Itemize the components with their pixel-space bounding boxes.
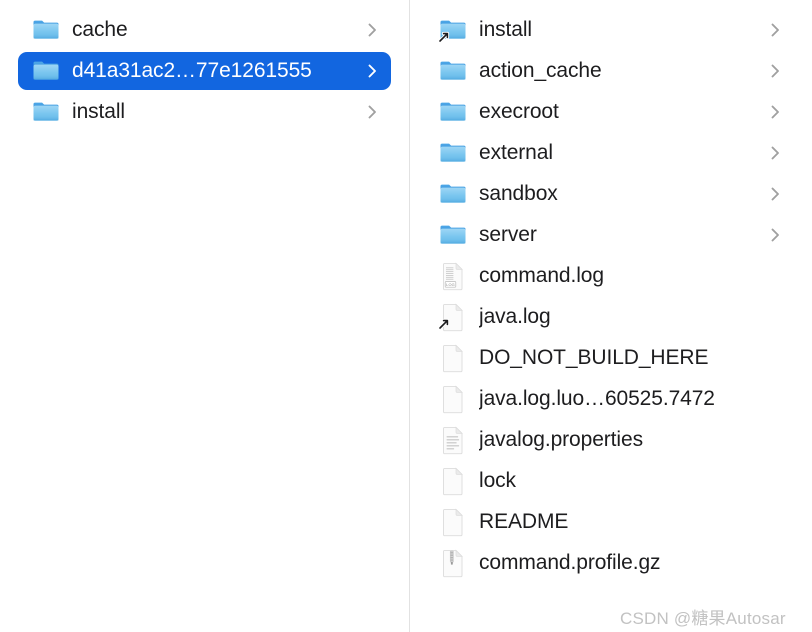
file-name-label: sandbox xyxy=(479,182,558,205)
file-name-label: install xyxy=(479,18,532,41)
file-row[interactable]: command.profile.gz xyxy=(428,544,794,582)
file-name-label: README xyxy=(479,510,569,533)
chevron-right-icon[interactable] xyxy=(365,102,379,122)
file-row[interactable]: lock xyxy=(428,462,794,500)
file-name-label: command.log xyxy=(479,264,604,287)
file-name-label: install xyxy=(72,100,125,123)
folder-icon xyxy=(31,97,61,127)
folder-icon xyxy=(438,97,468,127)
folder-icon xyxy=(438,220,468,250)
file-row[interactable]: cache xyxy=(18,11,391,49)
chevron-right-icon[interactable] xyxy=(365,20,379,40)
chevron-right-icon[interactable] xyxy=(365,61,379,81)
parent-column[interactable]: cache d41a31ac2…77e1261555 install xyxy=(0,0,409,632)
blank-document-icon xyxy=(438,384,468,414)
file-row[interactable]: DO_NOT_BUILD_HERE xyxy=(428,339,794,377)
blank-document-icon xyxy=(438,466,468,496)
file-name-label: javalog.properties xyxy=(479,428,643,451)
file-name-label: java.log.luo…60525.7472 xyxy=(479,387,715,410)
chevron-right-icon[interactable] xyxy=(768,184,782,204)
file-row[interactable]: execroot xyxy=(428,93,794,131)
folder-icon xyxy=(438,138,468,168)
file-name-label: command.profile.gz xyxy=(479,551,661,574)
file-row[interactable]: server xyxy=(428,216,794,254)
text-document-icon xyxy=(438,425,468,455)
file-name-label: external xyxy=(479,141,553,164)
finder-column-view: cache d41a31ac2…77e1261555 install install… xyxy=(0,0,812,632)
file-name-label: server xyxy=(479,223,537,246)
archive-document-icon xyxy=(438,548,468,578)
file-name-label: cache xyxy=(72,18,128,41)
file-row[interactable]: README xyxy=(428,503,794,541)
file-name-label: lock xyxy=(479,469,516,492)
folder-icon xyxy=(438,179,468,209)
file-row[interactable]: install xyxy=(428,11,794,49)
chevron-right-icon[interactable] xyxy=(768,225,782,245)
file-row[interactable]: action_cache xyxy=(428,52,794,90)
file-name-label: action_cache xyxy=(479,59,602,82)
chevron-right-icon[interactable] xyxy=(768,143,782,163)
chevron-right-icon[interactable] xyxy=(768,102,782,122)
child-column[interactable]: install action_cache execroot external sandb… xyxy=(409,0,812,632)
file-row[interactable]: external xyxy=(428,134,794,172)
blank-document-icon xyxy=(438,343,468,373)
file-row[interactable]: LOG command.log xyxy=(428,257,794,295)
alias-badge-icon xyxy=(438,317,452,331)
file-name-label: DO_NOT_BUILD_HERE xyxy=(479,346,709,369)
folder-icon xyxy=(31,15,61,45)
chevron-right-icon[interactable] xyxy=(768,61,782,81)
file-name-label: java.log xyxy=(479,305,551,328)
file-row[interactable]: sandbox xyxy=(428,175,794,213)
alias-badge-icon xyxy=(438,30,452,44)
chevron-right-icon[interactable] xyxy=(768,20,782,40)
blank-document-icon xyxy=(438,302,468,332)
file-row[interactable]: java.log xyxy=(428,298,794,336)
file-row[interactable]: java.log.luo…60525.7472 xyxy=(428,380,794,418)
file-name-label: execroot xyxy=(479,100,559,123)
folder-icon xyxy=(31,56,61,86)
svg-text:LOG: LOG xyxy=(446,282,455,287)
file-row[interactable]: javalog.properties xyxy=(428,421,794,459)
folder-icon xyxy=(438,15,468,45)
blank-document-icon xyxy=(438,507,468,537)
log-document-icon: LOG xyxy=(438,261,468,291)
file-row-selected[interactable]: d41a31ac2…77e1261555 xyxy=(18,52,391,90)
file-row[interactable]: install xyxy=(18,93,391,131)
folder-icon xyxy=(438,56,468,86)
file-name-label: d41a31ac2…77e1261555 xyxy=(72,59,312,82)
